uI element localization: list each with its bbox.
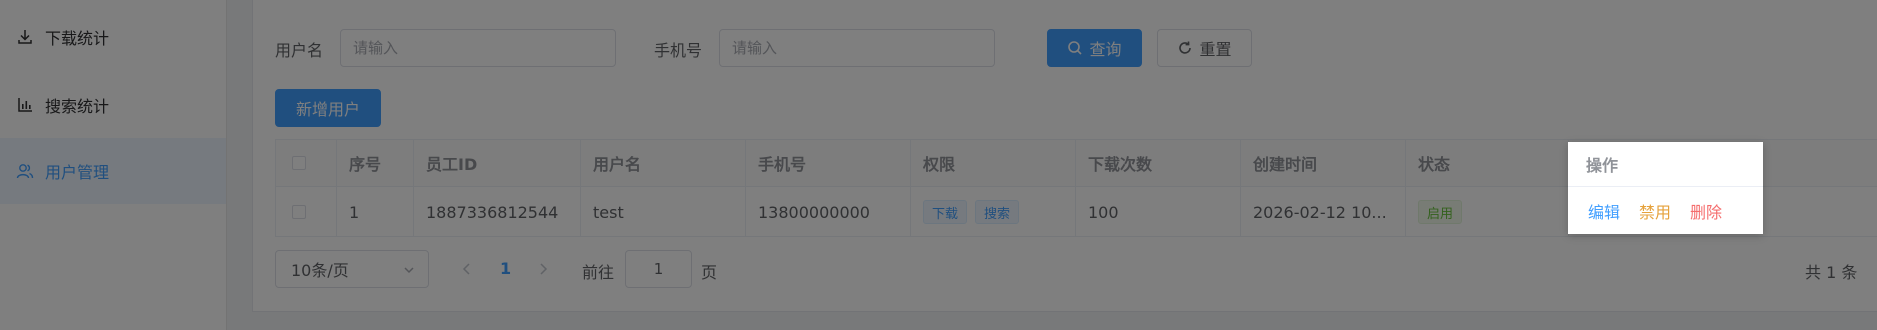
header-download-count: 下载次数 xyxy=(1076,140,1241,186)
edit-link[interactable]: 编辑 xyxy=(1588,199,1620,223)
sidebar-item-search-stats[interactable]: 搜索统计 xyxy=(0,72,226,138)
permission-tag-search: 搜索 xyxy=(975,200,1020,224)
cell-phone: 13800000000 xyxy=(746,187,911,237)
goto-prefix: 前往 xyxy=(582,263,615,282)
page-size-select[interactable]: 10条/页 xyxy=(275,250,429,288)
phone-label: 手机号 xyxy=(654,41,703,60)
row-checkbox[interactable] xyxy=(292,205,306,219)
sidebar-item-label: 下载统计 xyxy=(45,29,110,48)
header-created-at: 创建时间 xyxy=(1241,140,1406,186)
cell-created-at: 2026-02-12 10... xyxy=(1241,187,1406,237)
header-select-all xyxy=(276,140,337,186)
add-user-button-label: 新增用户 xyxy=(295,100,360,119)
add-user-button[interactable]: 新增用户 xyxy=(275,89,381,127)
current-page-number[interactable]: 1 xyxy=(500,259,511,278)
reset-button-label: 重置 xyxy=(1199,40,1232,59)
delete-link[interactable]: 删除 xyxy=(1690,199,1722,223)
disable-link[interactable]: 禁用 xyxy=(1639,199,1671,223)
query-button[interactable]: 查询 xyxy=(1047,29,1142,67)
chevron-down-icon xyxy=(404,267,414,274)
cell-status: 启用 xyxy=(1406,187,1569,237)
phone-input[interactable] xyxy=(719,29,995,67)
username-input[interactable] xyxy=(340,29,616,67)
select-all-checkbox[interactable] xyxy=(292,156,306,170)
sidebar-item-label: 搜索统计 xyxy=(45,97,110,116)
total-count: 共 1 条 xyxy=(1805,263,1858,282)
sidebar: 下载统计 搜索统计 用户管理 xyxy=(0,0,227,330)
permission-tag-download: 下载 xyxy=(923,200,968,224)
reset-button[interactable]: 重置 xyxy=(1157,29,1252,67)
goto-suffix: 页 xyxy=(701,263,718,282)
users-icon xyxy=(16,164,34,179)
sidebar-item-label: 用户管理 xyxy=(45,163,110,182)
header-status: 状态 xyxy=(1406,140,1569,186)
bar-chart-icon xyxy=(18,98,32,112)
header-phone: 手机号 xyxy=(746,140,911,186)
download-icon xyxy=(18,30,32,44)
prev-page-icon[interactable] xyxy=(460,261,474,277)
refresh-icon xyxy=(1179,41,1192,54)
goto-page-input[interactable] xyxy=(625,250,692,288)
query-button-label: 查询 xyxy=(1089,40,1122,59)
row-select xyxy=(276,187,337,237)
sidebar-item-download-stats[interactable]: 下载统计 xyxy=(0,4,226,70)
sidebar-item-user-management[interactable]: 用户管理 xyxy=(0,138,226,204)
cell-index: 1 xyxy=(337,187,414,237)
cell-download-count: 100 xyxy=(1076,187,1241,237)
header-permissions: 权限 xyxy=(911,140,1076,186)
cell-username: test xyxy=(581,187,746,237)
cell-employee-id: 1887336812544 xyxy=(414,187,581,237)
search-icon xyxy=(1068,41,1083,55)
username-label: 用户名 xyxy=(275,41,324,60)
status-badge: 启用 xyxy=(1418,200,1463,224)
actions-column-highlight: 操作 编辑 禁用 删除 xyxy=(1568,142,1763,234)
header-employee-id: 员工ID xyxy=(414,140,581,186)
header-actions: 操作 xyxy=(1568,142,1763,187)
header-index: 序号 xyxy=(337,140,414,186)
header-username: 用户名 xyxy=(581,140,746,186)
next-page-icon[interactable] xyxy=(536,261,550,277)
row-actions: 编辑 禁用 删除 xyxy=(1568,187,1763,234)
page-size-value: 10条/页 xyxy=(291,261,349,280)
cell-permissions: 下载 搜索 xyxy=(911,187,1076,237)
